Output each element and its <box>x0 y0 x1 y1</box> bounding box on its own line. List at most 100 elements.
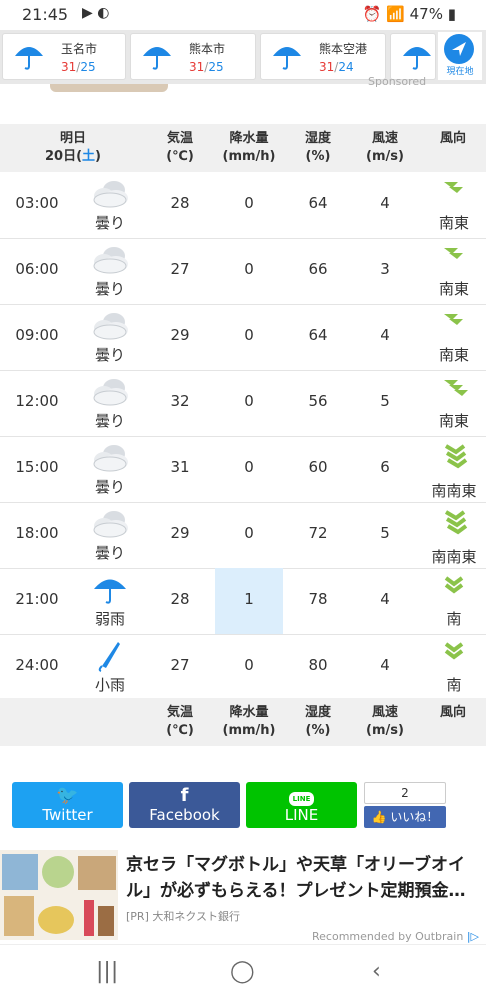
thumbs-up-icon: 👍 <box>371 810 387 824</box>
twitter-share-button[interactable]: 🐦 Twitter <box>12 782 123 828</box>
weather-cell: 曇り <box>88 310 132 366</box>
table-row: 09:00 曇り 29 0 64 4 南東 <box>0 304 486 371</box>
row-wind: 6 <box>380 458 390 476</box>
ad-title[interactable]: 京セラ「マグボトル」や天草「オリーブオイル」が必ずもらえる！プレゼント定期預金… <box>126 852 482 904</box>
row-time: 12:00 <box>15 392 59 410</box>
city-name: 熊本空港 <box>319 42 368 56</box>
like-button[interactable]: 👍 いいね！ <box>364 806 446 828</box>
row-humidity: 60 <box>308 458 328 476</box>
outbrain-ad[interactable]: 京セラ「マグボトル」や天草「オリーブオイル」が必ずもらえる！プレゼント定期預金…… <box>0 848 486 944</box>
footer-wind: 風速 (m/s) <box>366 705 404 738</box>
ad-image <box>0 850 118 940</box>
weather-cell: 曇り <box>88 244 132 300</box>
footer-temp: 気温 (℃) <box>166 705 194 738</box>
city-card-tamana[interactable]: 玉名市 31/25 <box>2 33 126 80</box>
weather-cell: 曇り <box>88 178 132 234</box>
header-temp: 気温 (℃) <box>166 131 194 164</box>
row-humidity: 78 <box>308 590 328 608</box>
row-time: 18:00 <box>15 524 59 542</box>
header-rain: 降水量 (mm/h) <box>222 131 276 164</box>
row-temp: 31 <box>170 458 190 476</box>
city-card-partial[interactable] <box>390 33 436 80</box>
wind-direction-label: 南東 <box>438 280 469 298</box>
umbrella-icon <box>273 47 301 70</box>
footer-direction: 風向 <box>439 705 466 720</box>
status-bar: 21:45 ▶ ◐ ⏰ 📶 47% ▮ <box>0 0 486 30</box>
row-humidity: 72 <box>308 524 328 542</box>
umbrella-icon <box>15 47 43 70</box>
home-button[interactable]: ◯ <box>230 959 255 984</box>
row-humidity: 64 <box>308 326 328 344</box>
row-time: 24:00 <box>15 656 59 674</box>
table-row: 12:00 曇り 32 0 56 5 南東 <box>0 370 486 437</box>
city-temps: 31/25 <box>61 60 96 74</box>
row-time: 15:00 <box>15 458 59 476</box>
row-wind: 4 <box>380 590 390 608</box>
sponsored-label: Sponsored <box>368 75 427 88</box>
ad-source: [PR] 大和ネクスト銀行 <box>126 910 241 923</box>
adchoices-icon: |▷ <box>466 930 479 943</box>
row-wind: 5 <box>380 524 390 542</box>
weather-label: 曇り <box>94 346 125 364</box>
like-widget: 2 👍 いいね！ <box>364 782 446 828</box>
twitter-icon: 🐦 <box>56 785 79 806</box>
row-time: 03:00 <box>15 194 59 212</box>
row-rain: 0 <box>244 458 254 476</box>
row-wind: 5 <box>380 392 390 410</box>
current-location-button[interactable]: 現在地 <box>438 32 482 80</box>
wind-direction-label: 南南東 <box>431 548 477 566</box>
header-direction: 風向 <box>439 131 466 146</box>
row-rain: 0 <box>244 260 254 278</box>
wind-direction-south-icon <box>444 642 464 660</box>
umbrella-icon <box>143 47 171 70</box>
weather-label: 曇り <box>94 544 125 562</box>
current-location-label: 現在地 <box>446 67 474 77</box>
city-card-kumamoto-airport[interactable]: 熊本空港 31/24 <box>260 33 386 80</box>
header-wind: 風速 (m/s) <box>366 131 404 164</box>
row-time: 21:00 <box>15 590 59 608</box>
row-rain: 0 <box>244 194 254 212</box>
facebook-share-button[interactable]: f Facebook <box>129 782 240 828</box>
line-icon: LINE <box>246 786 357 806</box>
footer-rain: 降水量 (mm/h) <box>222 705 276 738</box>
city-name: 玉名市 <box>61 42 98 56</box>
row-temp: 29 <box>170 326 190 344</box>
city-card-kumamoto[interactable]: 熊本市 31/25 <box>130 33 256 80</box>
recent-apps-button[interactable]: ||| <box>96 959 118 984</box>
status-right: ⏰ 📶 47% ▮ <box>363 5 456 23</box>
wind-direction-cell: 南 <box>426 574 482 630</box>
outbrain-label[interactable]: Recommended by Outbrain |▷ <box>312 930 479 943</box>
wind-direction-southeast-icon <box>444 248 463 259</box>
like-count: 2 <box>364 782 446 804</box>
facebook-icon: f <box>180 785 189 806</box>
cloud-icon <box>93 313 128 340</box>
city-temps: 31/25 <box>189 60 224 74</box>
table-row: 21:00 弱雨 28 1 78 4 南 <box>0 568 486 635</box>
row-time: 09:00 <box>15 326 59 344</box>
row-temp: 29 <box>170 524 190 542</box>
wind-direction-label: 南 <box>446 676 462 694</box>
back-button[interactable]: ‹ <box>372 959 381 984</box>
cloud-icon <box>93 247 128 274</box>
weather-label: 曇り <box>94 280 125 298</box>
wind-direction-label: 南 <box>446 610 462 628</box>
umbrella-icon <box>403 47 431 70</box>
header-date: 明日 20日(土) <box>44 131 101 164</box>
wind-direction-cell: 南 <box>426 640 482 696</box>
row-humidity: 80 <box>308 656 328 674</box>
row-wind: 3 <box>380 260 390 278</box>
wind-direction-label: 南東 <box>438 412 469 430</box>
cloud-icon <box>93 511 128 538</box>
line-share-button[interactable]: LINE LINE <box>246 782 357 828</box>
wind-direction-label: 南東 <box>438 214 469 232</box>
wind-direction-south-southeast-icon <box>444 510 468 535</box>
weather-cell: 曇り <box>88 376 132 432</box>
wifi-icon: 📶 <box>386 5 405 23</box>
table-row: 03:00 曇り 28 0 64 4 南東 <box>0 172 486 239</box>
wind-direction-label: 南東 <box>438 346 469 364</box>
header-humidity: 湿度 (%) <box>304 131 331 164</box>
table-row: 18:00 曇り 29 0 72 5 南南東 <box>0 502 486 569</box>
row-time: 06:00 <box>15 260 59 278</box>
row-temp: 27 <box>170 260 190 278</box>
row-rain: 0 <box>244 524 254 542</box>
